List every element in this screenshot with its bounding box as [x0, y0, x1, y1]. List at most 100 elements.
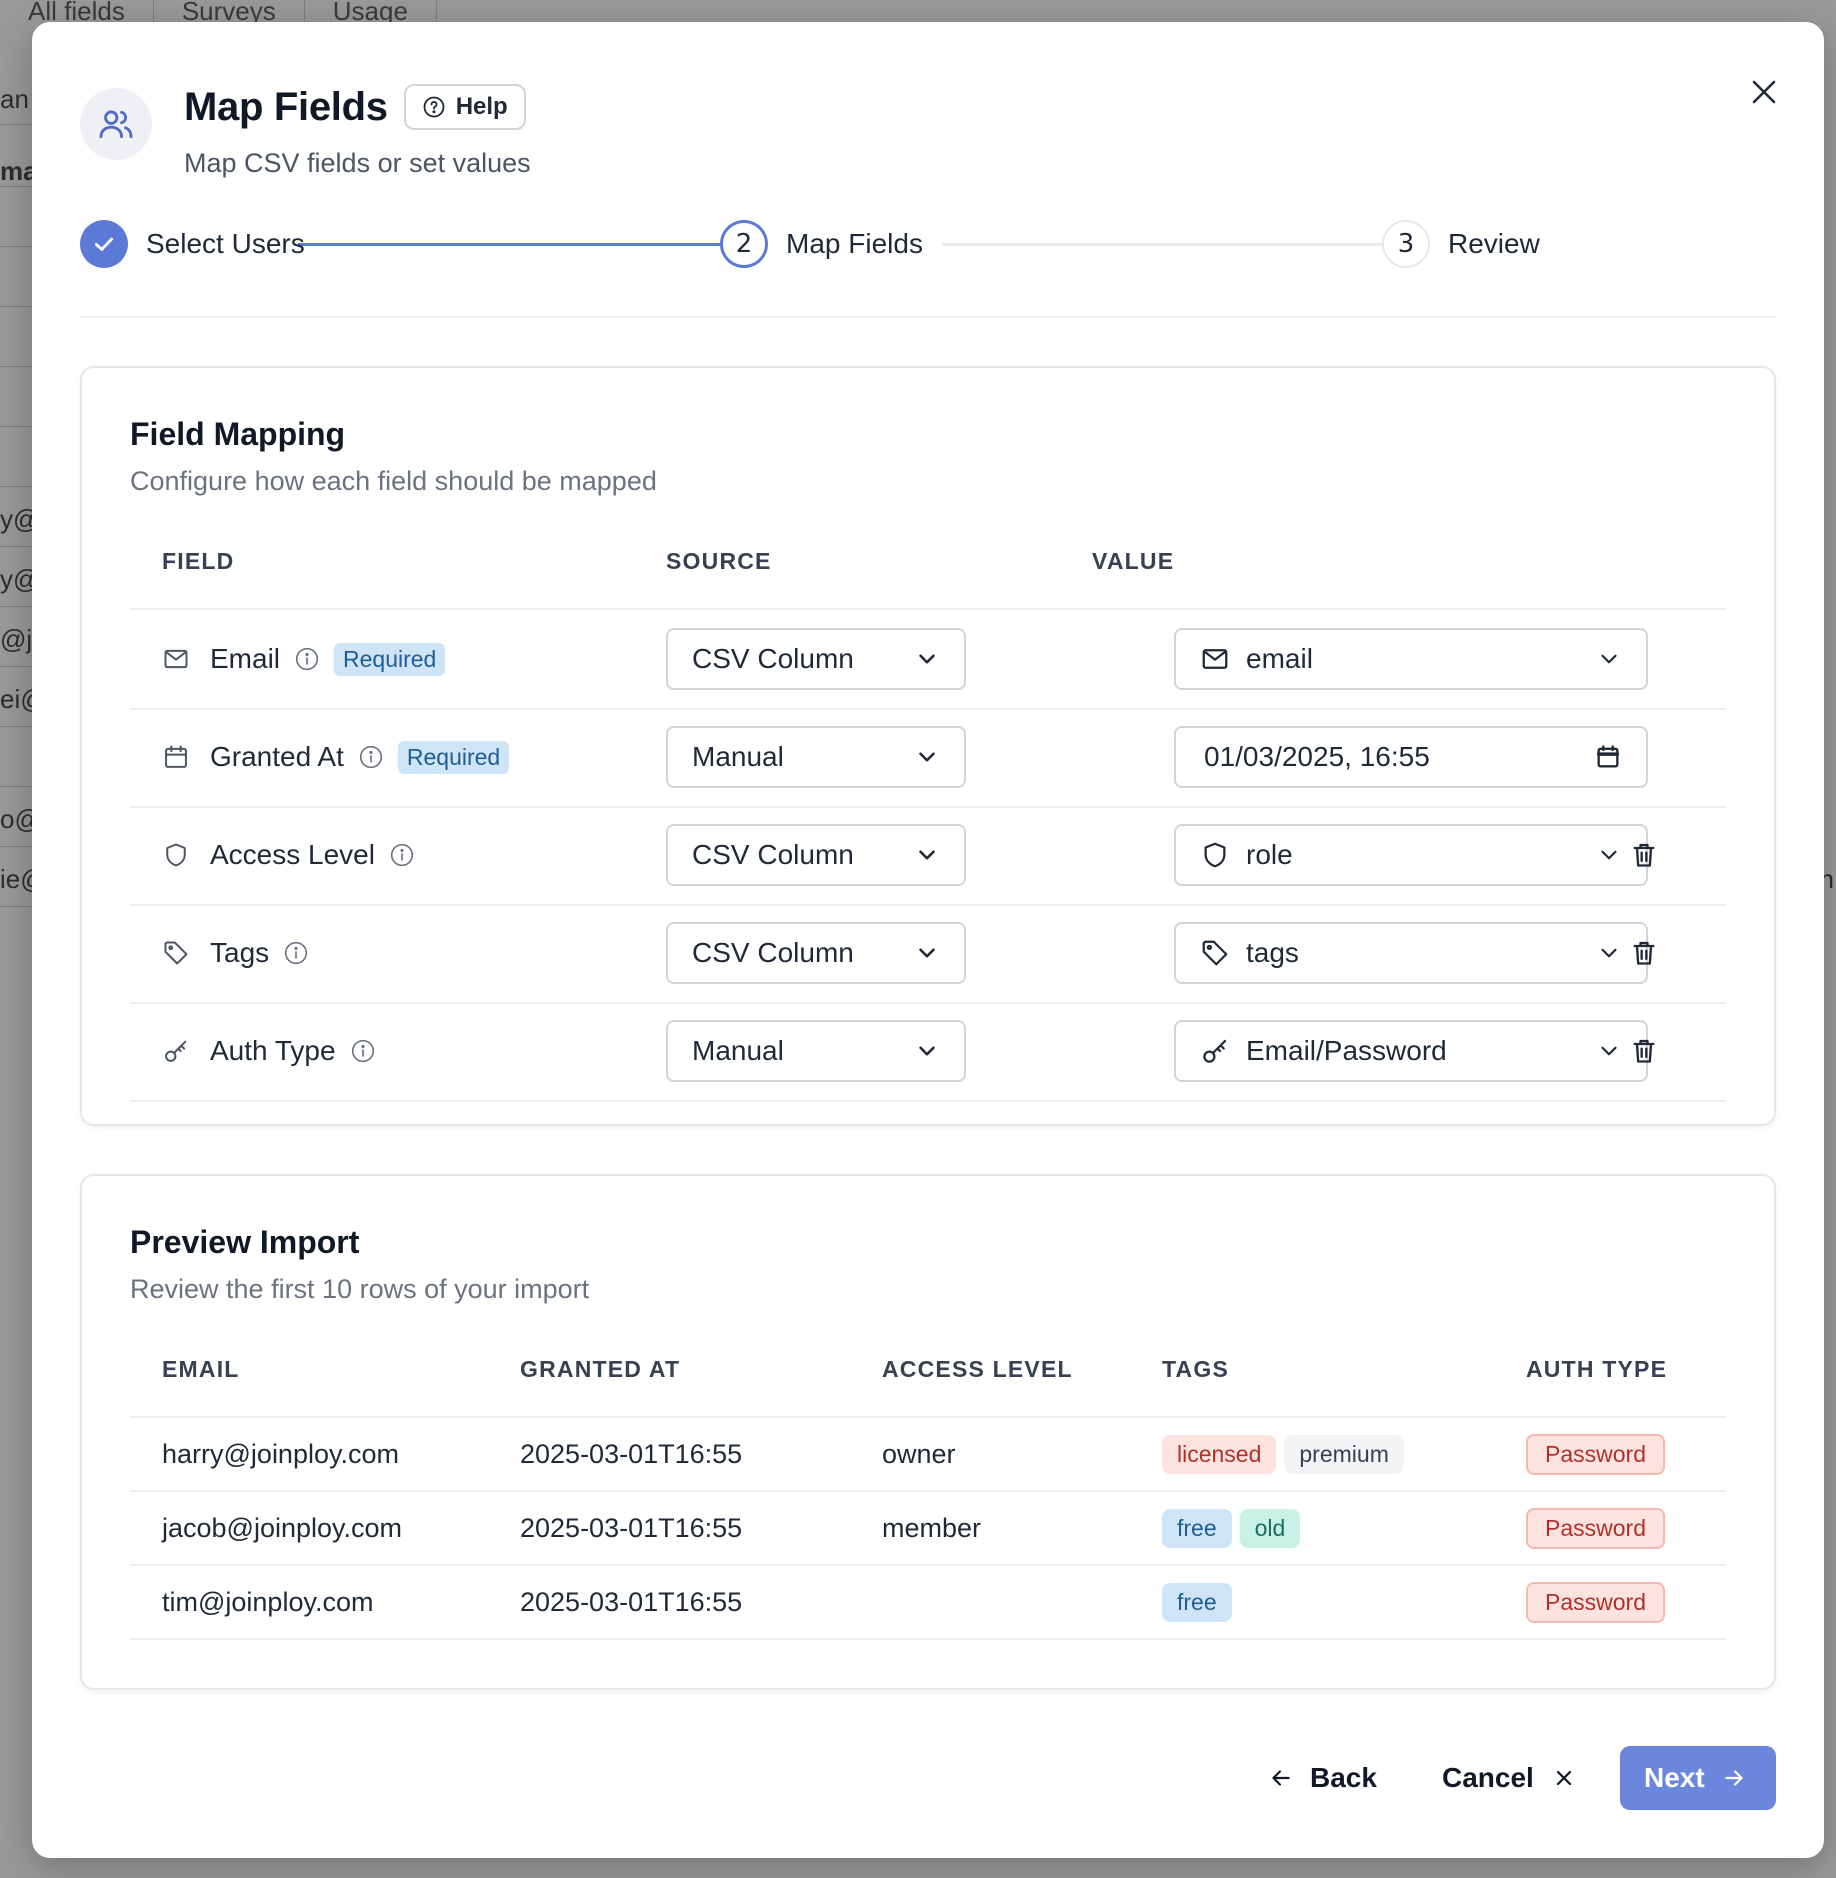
field-cell: Access Level [162, 806, 415, 904]
info-icon[interactable] [283, 940, 309, 966]
column-header-source: SOURCE [666, 548, 772, 574]
step-select-users[interactable]: Select Users [80, 220, 305, 268]
cancel-button[interactable]: Cancel [1442, 1746, 1576, 1810]
dialog-subtitle: Map CSV fields or set values [184, 148, 531, 178]
column-header-field: FIELD [162, 548, 235, 574]
tag-badge: free [1162, 1508, 1232, 1548]
preview-title: Preview Import [130, 1224, 360, 1260]
shield-icon [166, 843, 186, 867]
step-map-fields[interactable]: 2 Map Fields [720, 220, 923, 268]
preview-subtitle: Review the first 10 rows of your import [130, 1274, 590, 1304]
background-divider [0, 906, 32, 907]
email-cell: tim@joinploy.com [162, 1586, 374, 1617]
access-level-cell: owner [882, 1438, 956, 1469]
chevron-down-icon [919, 850, 935, 860]
row-divider [130, 1100, 1726, 1102]
step-connector-pending [942, 243, 1382, 246]
source-select-value: CSV Column [692, 643, 854, 674]
auth-type-badge: Password [1526, 1433, 1665, 1475]
trash-icon [1633, 1039, 1655, 1063]
background-divider [0, 726, 32, 727]
info-icon[interactable] [358, 744, 384, 770]
value-select[interactable]: email [1174, 628, 1648, 690]
field-mapping-card: Field Mapping Configure how each field s… [80, 366, 1776, 1126]
column-header-granted-at: GRANTED AT [520, 1356, 681, 1382]
field-label: Tags [210, 937, 270, 968]
column-header-auth-type: AUTH TYPE [1526, 1356, 1668, 1382]
required-badge: Required [334, 642, 446, 676]
field-cell: Tags [162, 904, 309, 1002]
next-button[interactable]: Next [1620, 1746, 1776, 1810]
source-select[interactable]: CSV Column [666, 628, 966, 690]
tag-icon [164, 941, 188, 965]
field-mapping-subtitle: Configure how each field should be mappe… [130, 466, 657, 496]
background-divider [0, 666, 32, 667]
chevron-down-icon [919, 654, 935, 664]
next-button-label: Next [1644, 1762, 1705, 1793]
auth-type-badge: Password [1526, 1507, 1665, 1549]
mapping-row-access-level: Access Level CSV Column role [130, 806, 1726, 904]
source-select[interactable]: CSV Column [666, 824, 966, 886]
step-review[interactable]: 3 Review [1382, 220, 1540, 268]
value-select[interactable]: tags [1174, 922, 1648, 984]
background-divider [0, 546, 32, 547]
background-divider [0, 786, 32, 787]
chevron-down-icon [1601, 948, 1617, 958]
table-row: jacob@joinploy.com 2025-03-01T16:55 memb… [130, 1492, 1726, 1564]
email-cell: harry@joinploy.com [162, 1438, 399, 1469]
help-button[interactable]: Help [403, 84, 526, 130]
source-select[interactable]: Manual [666, 1020, 966, 1082]
field-label: Auth Type [210, 1035, 336, 1066]
background-divider [0, 486, 32, 487]
value-select[interactable]: role [1174, 824, 1648, 886]
required-badge: Required [397, 740, 510, 774]
background-divider [0, 846, 32, 847]
step-number: 3 [1382, 220, 1430, 268]
delete-row-button[interactable] [1624, 835, 1664, 875]
close-icon [1556, 1770, 1571, 1786]
value-select-value: email [1246, 643, 1313, 674]
delete-row-button[interactable] [1624, 933, 1664, 973]
info-icon[interactable] [350, 1038, 376, 1064]
info-icon[interactable] [294, 646, 320, 672]
calendar-icon[interactable] [1594, 743, 1622, 771]
chevron-down-icon [919, 948, 935, 958]
background-divider [0, 246, 32, 247]
cancel-button-label: Cancel [1442, 1762, 1534, 1793]
arrow-left-icon [1272, 1770, 1290, 1786]
tag-icon [1202, 940, 1228, 966]
row-divider [130, 1638, 1726, 1640]
back-button[interactable]: Back [1268, 1746, 1377, 1810]
info-icon[interactable] [389, 842, 415, 868]
tag-badge: premium [1284, 1434, 1404, 1474]
delete-row-button[interactable] [1624, 1031, 1664, 1071]
step-complete-indicator [80, 220, 128, 268]
dialog-title: Map Fields [184, 84, 388, 129]
value-select[interactable]: Email/Password [1174, 1020, 1648, 1082]
column-header-value: VALUE [1092, 548, 1175, 574]
field-label: Email [210, 643, 281, 674]
source-select[interactable]: Manual [666, 726, 966, 788]
auth-type-cell: Password [1526, 1566, 1665, 1638]
source-select[interactable]: CSV Column [666, 922, 966, 984]
tags-cell: licensed premium [1162, 1418, 1412, 1490]
column-header-access-level: ACCESS LEVEL [882, 1356, 1073, 1382]
mapping-row-auth-type: Auth Type Manual Email/Password [130, 1002, 1726, 1100]
auth-type-cell: Password [1526, 1418, 1665, 1490]
key-icon [165, 1040, 187, 1062]
datetime-input[interactable]: 01/03/2025, 16:55 [1174, 726, 1648, 788]
field-label: Granted At [210, 741, 344, 772]
background-tabs: All fields Surveys Usage [0, 0, 437, 22]
close-button[interactable] [1742, 70, 1786, 114]
value-select-value: tags [1246, 937, 1299, 968]
check-icon [95, 237, 113, 251]
shield-icon [1204, 842, 1226, 868]
mapping-row-tags: Tags CSV Column tags [130, 904, 1726, 1002]
background-divider [0, 366, 32, 367]
step-label: Map Fields [786, 228, 923, 259]
value-select-value: Email/Password [1246, 1035, 1447, 1066]
step-number: 2 [720, 220, 768, 268]
mapping-row-email: Email Required CSV Column email [130, 610, 1726, 708]
field-mapping-title: Field Mapping [130, 416, 346, 452]
source-select-value: CSV Column [692, 839, 854, 870]
